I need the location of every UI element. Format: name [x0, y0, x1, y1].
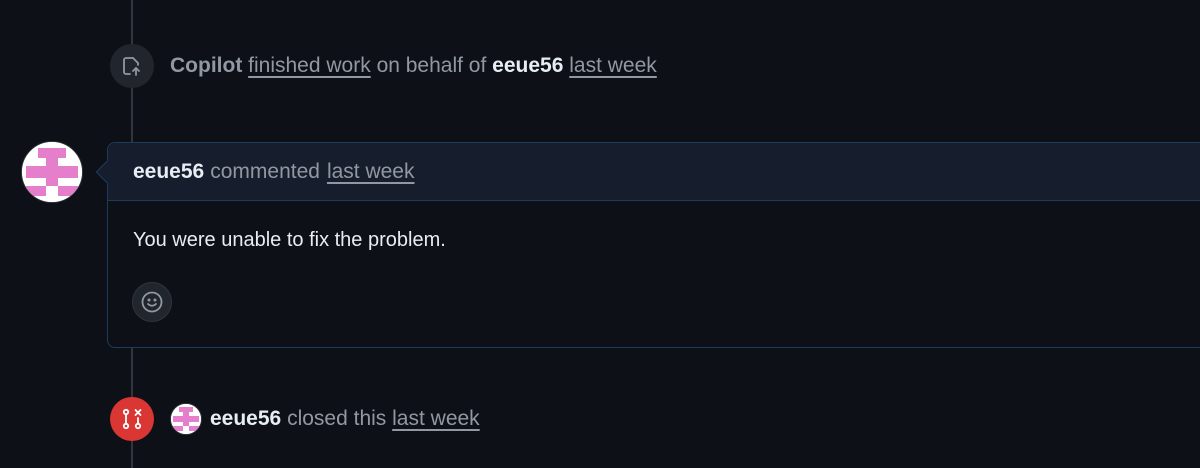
on-behalf-user[interactable]: eeue56	[492, 54, 563, 77]
comment-body: You were unable to fix the problem.	[133, 229, 446, 251]
timestamp-link[interactable]: last week	[392, 407, 480, 430]
timeline: Copilot finished work on behalf of eeue5…	[0, 0, 1200, 468]
event-description: eeue56 closed this last week	[210, 407, 480, 431]
smiley-icon	[141, 291, 163, 313]
comment-timestamp-link[interactable]: last week	[327, 160, 415, 184]
actor-name[interactable]: Copilot	[170, 54, 242, 77]
avatar[interactable]	[21, 141, 83, 203]
event-description: Copilot finished work on behalf of eeue5…	[170, 54, 657, 78]
timestamp-link[interactable]: last week	[569, 54, 657, 77]
mini-avatar[interactable]	[170, 403, 202, 435]
finished-work-link[interactable]: finished work	[248, 54, 371, 77]
comment-box: eeue56 commented last week You were unab…	[95, 142, 1200, 348]
copilot-task-icon	[110, 44, 154, 88]
connector-text: on behalf of	[376, 54, 487, 77]
copilot-finished-event: Copilot finished work on behalf of eeue5…	[110, 44, 657, 88]
comment-header: eeue56 commented last week	[108, 143, 1200, 201]
closed-action-text: closed this	[287, 407, 387, 430]
comment-author[interactable]: eeue56	[133, 160, 204, 184]
closed-event: eeue56 closed this last week	[110, 397, 480, 441]
add-reaction-button[interactable]	[132, 282, 172, 322]
comment-verb: commented	[210, 159, 320, 183]
pull-request-closed-icon	[110, 397, 154, 441]
actor-name[interactable]: eeue56	[210, 407, 281, 430]
